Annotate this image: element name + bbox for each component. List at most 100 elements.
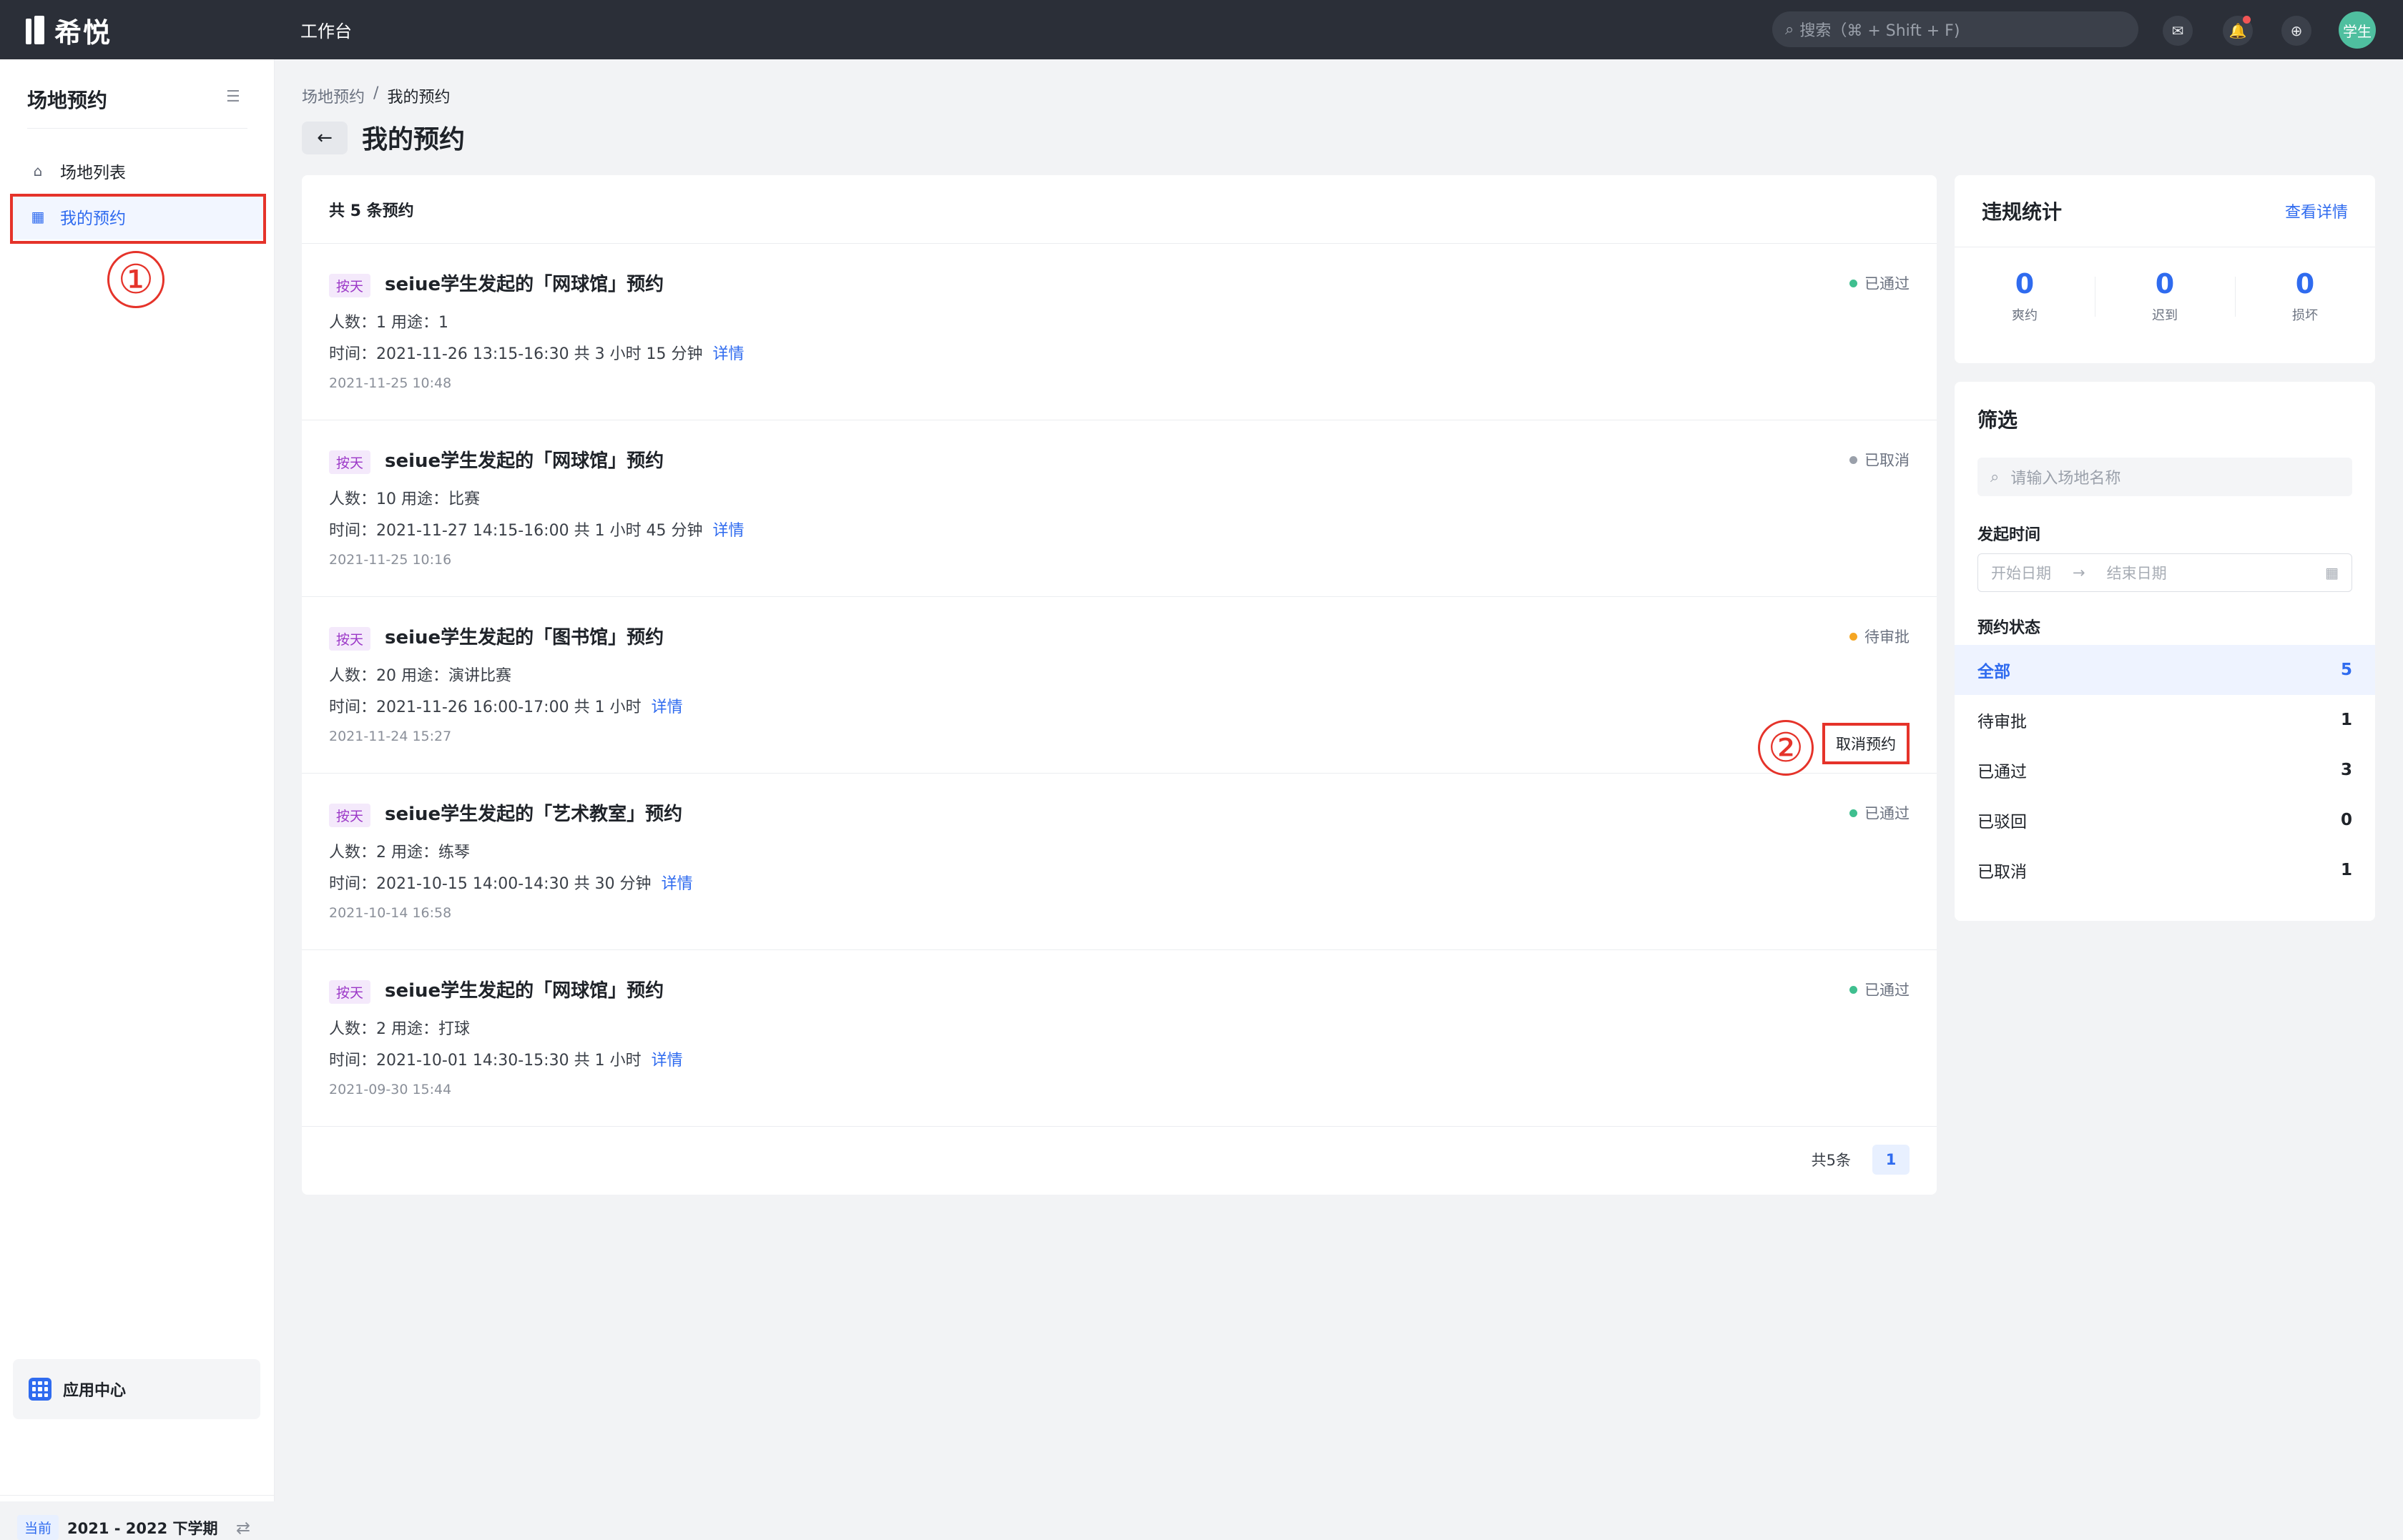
- detail-link[interactable]: 详情: [713, 518, 745, 541]
- booking-meta: 人数：20 用途：演讲比赛: [329, 667, 511, 685]
- avatar[interactable]: 学生: [2339, 11, 2376, 49]
- sidebar-item-venue-list[interactable]: ⌂ 场地列表: [10, 148, 265, 194]
- global-search[interactable]: ⌕ 搜索（⌘ + Shift + F): [1772, 11, 2138, 47]
- detail-link[interactable]: 详情: [662, 871, 693, 894]
- booking-time-line: 时间：2021-11-26 13:15-16:30 共 3 小时 15 分钟 详…: [329, 341, 745, 364]
- status-filter-label: 已驳回: [1977, 813, 2027, 831]
- booking-time-line: 时间：2021-11-27 14:15-16:00 共 1 小时 45 分钟 详…: [329, 518, 745, 541]
- status-filter-pending[interactable]: 待审批 1: [1955, 695, 2375, 745]
- calendar-icon: ▦: [2325, 564, 2339, 581]
- breadcrumb-current: 我的预约: [387, 89, 451, 107]
- bell-icon[interactable]: 🔔: [2223, 16, 2253, 46]
- status-badge: 待审批: [1849, 626, 1910, 647]
- filter-title: 筛选: [1977, 408, 2018, 432]
- start-date-placeholder: 开始日期: [1991, 565, 2051, 582]
- detail-link[interactable]: 详情: [652, 1047, 683, 1070]
- message-icon[interactable]: ✉: [2163, 16, 2193, 46]
- status-text: 已通过: [1864, 275, 1910, 292]
- date-range-picker[interactable]: 开始日期 → 结束日期 ▦: [1977, 553, 2352, 592]
- status-filter-label: 已取消: [1977, 863, 2027, 882]
- pagination-total: 共5条: [1811, 1152, 1851, 1169]
- booking-type-tag: 按天: [329, 274, 371, 297]
- booking-meta: 人数：10 用途：比赛: [329, 490, 480, 508]
- top-bar: 希悦 工作台 ⌕ 搜索（⌘ + Shift + F) ✉ 🔔 ⊕ 学生: [0, 0, 2403, 59]
- sidebar-bottom-divider: [0, 1495, 275, 1496]
- notification-dot: [2243, 16, 2251, 24]
- status-badge: 已通过: [1849, 802, 1910, 824]
- stat-label: 迟到: [2152, 308, 2178, 323]
- status-dot: [1849, 279, 1857, 287]
- status-dot: [1849, 985, 1857, 994]
- status-dot: [1849, 455, 1857, 464]
- booking-created: 2021-11-25 10:48: [329, 375, 452, 391]
- booking-row: 按天 seiue学生发起的「图书馆」预约 人数：20 用途：演讲比赛 时间：20…: [302, 597, 1937, 776]
- cancel-booking-button[interactable]: 取消预约: [1822, 723, 1910, 764]
- workspace-link[interactable]: 工作台: [300, 17, 352, 42]
- page-title: 我的预约: [362, 125, 466, 154]
- status-filter-count: 3: [2340, 761, 2352, 779]
- booking-title: seiue学生发起的「图书馆」预约: [385, 627, 664, 648]
- breadcrumb-separator: /: [373, 84, 379, 102]
- booking-type-tag: 按天: [329, 627, 371, 651]
- booking-time-line: 时间：2021-10-01 14:30-15:30 共 1 小时 详情: [329, 1047, 683, 1070]
- breadcrumb-parent[interactable]: 场地预约: [302, 84, 365, 107]
- status-filter-rejected[interactable]: 已驳回 0: [1955, 795, 2375, 845]
- booking-row: 按天 seiue学生发起的「网球馆」预约 人数：2 用途：打球 时间：2021-…: [302, 950, 1937, 1127]
- booking-count: 共 5 条预约: [302, 175, 1937, 244]
- stat-value: 0: [2015, 268, 2035, 300]
- building-icon: ⌂: [33, 162, 43, 179]
- violation-stats-card: 违规统计 查看详情 0 爽约 0 迟到 0 损坏: [1955, 175, 2375, 363]
- view-details-link[interactable]: 查看详情: [2285, 199, 2348, 222]
- search-icon: ⌕: [1990, 468, 2000, 486]
- booking-type-tag: 按天: [329, 980, 371, 1004]
- booking-time: 时间：2021-10-15 14:00-14:30 共 30 分钟: [329, 875, 652, 893]
- status-filter-count: 1: [2340, 711, 2352, 729]
- stat-value: 0: [2295, 268, 2315, 300]
- sidebar-divider: [27, 128, 247, 129]
- status-filter-label: 全部: [1977, 663, 2010, 681]
- status-filter-label: 待审批: [1977, 713, 2027, 731]
- status-filter-cancelled[interactable]: 已取消 1: [1955, 845, 2375, 895]
- booking-row: 按天 seiue学生发起的「艺术教室」预约 人数：2 用途：练琴 时间：2021…: [302, 774, 1937, 950]
- help-icon[interactable]: ⊕: [2281, 16, 2311, 46]
- stat-label: 损坏: [2292, 308, 2318, 323]
- booking-created: 2021-10-14 16:58: [329, 905, 452, 921]
- detail-link[interactable]: 详情: [652, 694, 683, 717]
- stat-damage: 0 损坏: [2235, 268, 2375, 324]
- booking-title: seiue学生发起的「网球馆」预约: [385, 980, 664, 1002]
- booking-created: 2021-11-25 10:16: [329, 552, 452, 568]
- status-text: 已通过: [1864, 982, 1910, 999]
- sidebar: 场地预约 ☰ ⌂ 场地列表 ▦ 我的预约 ① 应用中心 当前 2021 - 20…: [0, 59, 275, 1540]
- booking-type-tag: 按天: [329, 450, 371, 474]
- app-center-button[interactable]: 应用中心: [13, 1359, 260, 1419]
- status-filter-count: 0: [2340, 811, 2352, 829]
- booking-row: 按天 seiue学生发起的「网球馆」预约 人数：1 用途：1 时间：2021-1…: [302, 244, 1937, 420]
- venue-search-input[interactable]: ⌕ 请输入场地名称: [1977, 458, 2352, 496]
- booking-time: 时间：2021-11-26 16:00-17:00 共 1 小时: [329, 699, 642, 716]
- status-filter-all[interactable]: 全部 5: [1955, 645, 2375, 695]
- back-arrow-icon[interactable]: ←: [302, 122, 348, 154]
- booking-time: 时间：2021-11-26 13:15-16:30 共 3 小时 15 分钟: [329, 345, 703, 363]
- stats-cells: 0 爽约 0 迟到 0 损坏: [1955, 268, 2375, 324]
- annotation-step-1: ①: [107, 251, 164, 308]
- status-filter-approved[interactable]: 已通过 3: [1955, 745, 2375, 795]
- status-badge: 已通过: [1849, 979, 1910, 1000]
- stat-late: 0 迟到: [2095, 268, 2235, 324]
- booking-meta: 人数：2 用途：练琴: [329, 844, 470, 862]
- booking-title: seiue学生发起的「网球馆」预约: [385, 450, 664, 472]
- booking-created: 2021-09-30 15:44: [329, 1082, 452, 1097]
- page-button[interactable]: 1: [1872, 1145, 1910, 1175]
- stat-label: 爽约: [2012, 308, 2038, 323]
- status-text: 已取消: [1864, 452, 1910, 469]
- booking-type-tag: 按天: [329, 804, 371, 827]
- logo[interactable]: 希悦: [26, 14, 112, 49]
- term-text: 2021 - 2022 下学期: [67, 1519, 218, 1537]
- booking-list-card: 共 5 条预约 按天 seiue学生发起的「网球馆」预约 人数：1 用途：1 时…: [302, 175, 1937, 1195]
- booking-time-line: 时间：2021-10-15 14:00-14:30 共 30 分钟 详情: [329, 871, 693, 894]
- switch-term-icon[interactable]: ⇄: [236, 1518, 250, 1538]
- sidebar-title: 场地预约: [27, 89, 108, 112]
- status-filter-label: 已通过: [1977, 763, 2027, 781]
- booking-title: seiue学生发起的「艺术教室」预约: [385, 804, 683, 825]
- detail-link[interactable]: 详情: [713, 341, 745, 364]
- collapse-sidebar-icon[interactable]: ☰: [226, 88, 242, 106]
